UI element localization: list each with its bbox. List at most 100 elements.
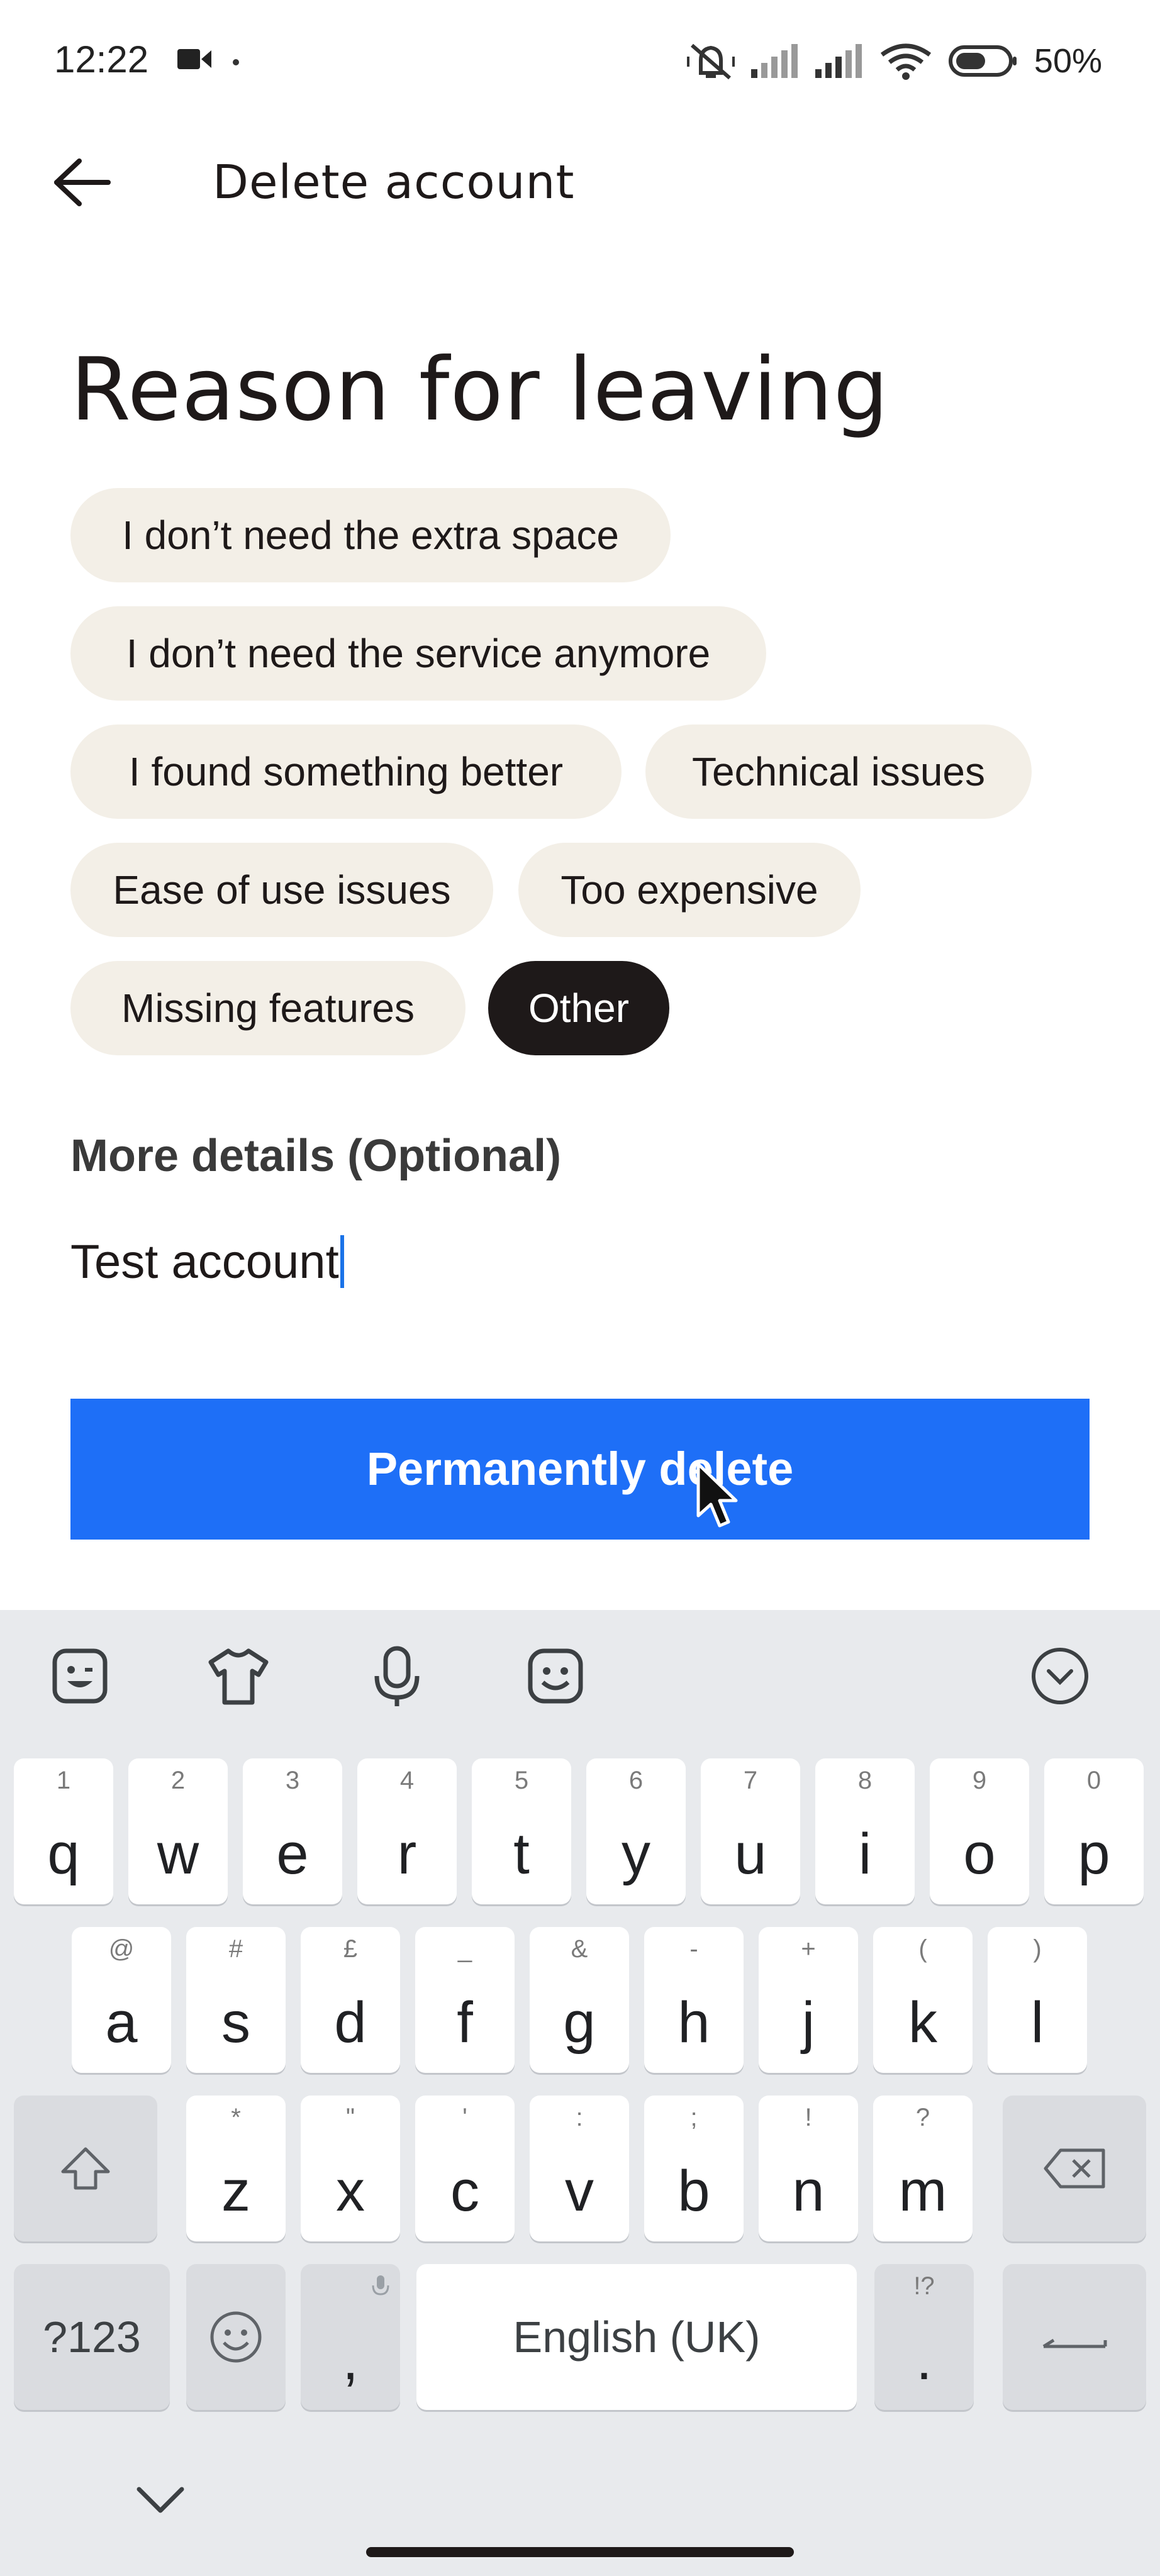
key-b[interactable]: ; b [644,2096,744,2241]
microphone-icon [374,1646,420,1706]
emoji-key[interactable] [186,2264,286,2410]
period-key[interactable]: !?. [874,2264,974,2410]
key-o[interactable]: 9o [930,1758,1029,1904]
key-m[interactable]: ? m [873,2096,973,2241]
text-caret [340,1235,344,1288]
key-alt: ) [1033,1935,1042,1963]
hide-keyboard-button[interactable] [132,2472,189,2528]
sticker-button[interactable] [45,1641,114,1711]
key-alt: ( [918,1935,927,1963]
section-heading: Reason for leaving [70,339,890,440]
key-x[interactable]: " x [301,2096,400,2241]
key-t[interactable]: 5t [472,1758,571,1904]
key-g[interactable]: & g [530,1927,629,2073]
key-j[interactable]: + j [759,1927,858,2073]
key-char: g [563,1990,596,2055]
chip-label: I found something better [128,749,564,794]
battery-icon [948,45,1017,77]
key-char: x [336,2159,365,2223]
permanently-delete-button[interactable]: Permanently delete [70,1399,1090,1540]
chip-label: Ease of use issues [113,867,451,913]
page-title: Delete account [213,155,575,209]
details-value: Test account [70,1235,339,1289]
gesture-nav-handle[interactable] [366,2547,794,2557]
key-alt: _ [457,1935,472,1963]
key-char: r [397,1822,417,1886]
key-y[interactable]: 6y [586,1758,686,1904]
key-i[interactable]: 8i [815,1758,915,1904]
enter-key-face [1003,2264,1146,2410]
backspace-key[interactable] [1003,2096,1146,2241]
chevron-down-circle-icon [1032,1648,1088,1704]
details-input[interactable]: Test account [70,1228,1090,1297]
reason-chip-something-better[interactable]: I found something better [70,724,622,819]
chip-label: Missing features [121,985,415,1031]
key-c[interactable]: ' c [415,2096,515,2241]
key-alt: ! [805,2104,812,2131]
key-alt: 2 [170,1767,186,1794]
status-bar: 12:22 50% [0,0,1160,126]
key-char: p [1078,1822,1110,1886]
key-e[interactable]: 3e [243,1758,342,1904]
key-s[interactable]: # s [186,1927,286,2073]
reason-chip-ease-of-use[interactable]: Ease of use issues [70,843,493,937]
key-n[interactable]: ! n [759,2096,858,2241]
key-q[interactable]: 1q [14,1758,113,1904]
sticker-icon [52,1648,108,1704]
reason-chip-expensive[interactable]: Too expensive [518,843,861,937]
key-v[interactable]: :v [530,2096,629,2241]
key-alt: ? [915,2104,930,2131]
key-char: s [221,1990,250,2055]
space-bar[interactable]: English (UK) [416,2264,857,2410]
emoji-toolbar-button[interactable] [521,1641,590,1711]
period-alt: !? [913,2272,935,2300]
key-f[interactable]: _ f [415,1927,515,2073]
reason-chip-other[interactable]: Other [488,961,669,1055]
key-char: f [457,1990,473,2055]
key-char: l [1030,1990,1044,2055]
reason-chip-technical[interactable]: Technical issues [645,724,1032,819]
key-alt: - [689,1935,698,1963]
symbols-label: ?123 [43,2312,141,2362]
key-alt: 7 [743,1767,758,1794]
enter-icon [1042,2338,1107,2348]
theme-button[interactable] [204,1641,273,1711]
key-h[interactable]: -h [644,1927,744,2073]
back-button[interactable] [44,151,120,214]
key-char: o [963,1822,996,1886]
chip-label: I don’t need the service anymore [126,631,711,676]
key-alt: + [801,1935,816,1963]
reason-chip-service[interactable]: I don’t need the service anymore [70,606,766,701]
key-char: b [678,2159,710,2223]
key-char: j [801,1990,815,2055]
key-alt: : [576,2104,583,2131]
battery-percent: 50% [1034,42,1102,80]
period-char: . [916,2328,932,2392]
shift-key-face [14,2096,157,2241]
key-w[interactable]: 2w [128,1758,228,1904]
reason-chip-extra-space[interactable]: I don’t need the extra space [70,488,671,582]
key-a[interactable]: @ a [72,1927,171,2073]
enter-key[interactable] [1003,2264,1146,2410]
key-d[interactable]: £ d [301,1927,400,2073]
comma-key[interactable]: , [301,2264,400,2410]
voice-input-button[interactable] [362,1641,432,1711]
signal-icon [750,44,798,78]
video-camera-icon [177,49,211,69]
symbols-key[interactable]: ?123 [14,2264,170,2410]
key-alt: 3 [285,1767,300,1794]
collapse-keyboard-button[interactable] [1025,1641,1095,1711]
key-l[interactable]: ) l [988,1927,1087,2073]
shift-key[interactable] [14,2096,157,2241]
key-z[interactable]: * z [186,2096,286,2241]
key-p[interactable]: 0p [1044,1758,1144,1904]
key-r[interactable]: 4r [357,1758,457,1904]
reason-chip-missing-features[interactable]: Missing features [70,961,466,1055]
emoji-key-face [186,2264,286,2410]
mouse-cursor-icon [696,1462,738,1528]
key-k[interactable]: (k [873,1927,973,2073]
key-alt: " [345,2104,355,2131]
key-char: q [47,1822,80,1886]
arrow-left-icon [54,158,111,206]
key-u[interactable]: 7u [701,1758,800,1904]
